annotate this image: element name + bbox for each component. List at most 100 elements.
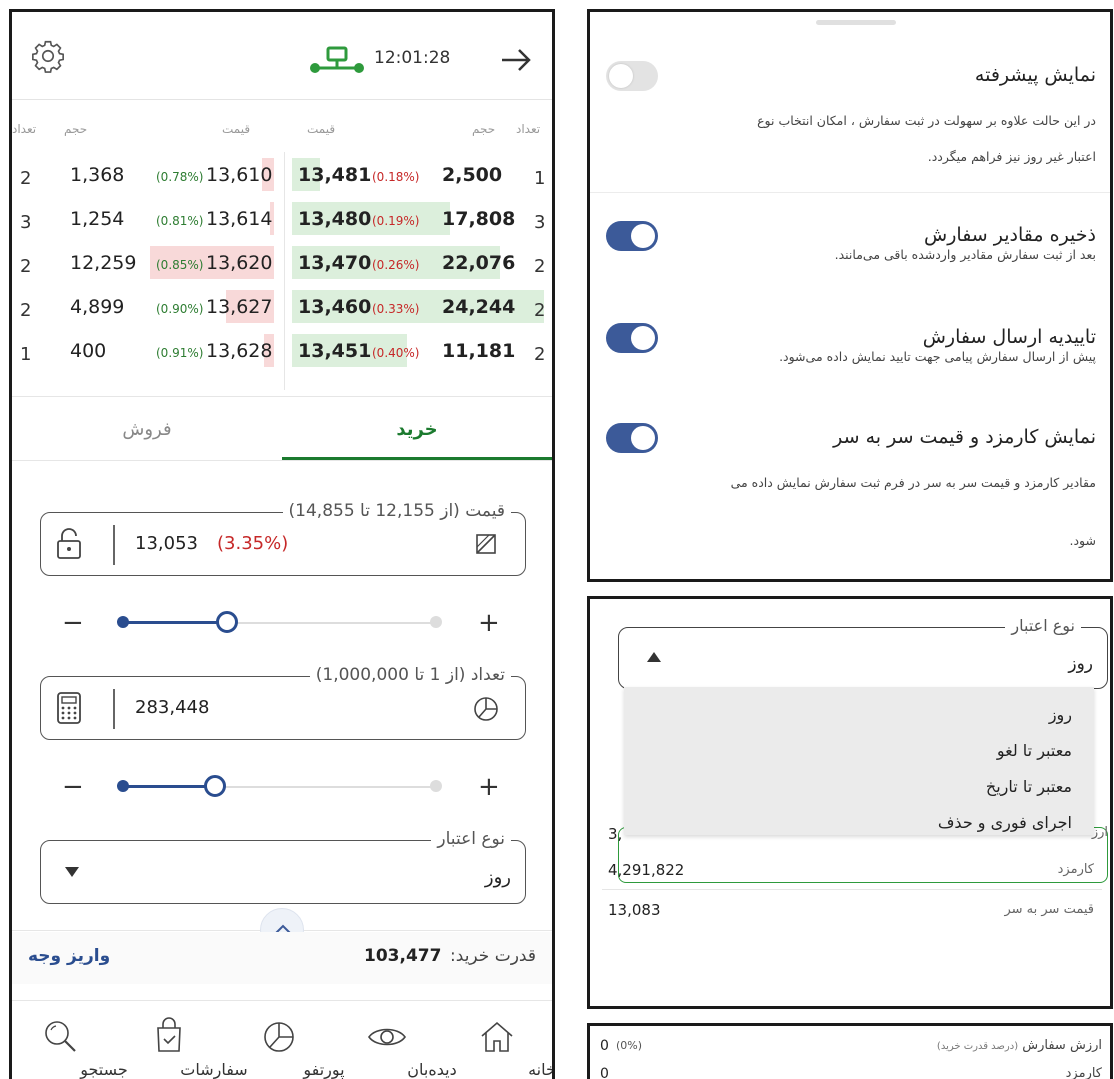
- sell-volume: 1,368: [70, 164, 125, 186]
- tab-sell[interactable]: فروش: [12, 400, 282, 460]
- orderbook-row[interactable]: 3 1,254 (0.81%) 13,614 13,480 (0.19%) 17,808 3: [12, 198, 552, 242]
- slider-dot: [117, 616, 129, 628]
- option-day[interactable]: روز: [1049, 705, 1072, 724]
- unlock-icon[interactable]: [55, 527, 83, 561]
- caret-up-icon[interactable]: [647, 652, 661, 662]
- advanced-view-desc: در این حالت علاوه بر سهولت در ثبت سفارش …: [757, 113, 1096, 128]
- field-separator: [113, 689, 115, 729]
- caret-down-icon[interactable]: [65, 867, 79, 877]
- quantity-slider-thumb[interactable]: [204, 775, 226, 797]
- order-value-label-text: ارزش سفارش: [1022, 1038, 1102, 1053]
- validity-options-menu: روز معتبر تا لغو معتبر تا تاریخ اجرای فو…: [624, 687, 1094, 835]
- buy-price: 13,460: [298, 296, 372, 318]
- sell-price: 13,628: [206, 340, 273, 362]
- drag-handle[interactable]: [816, 20, 896, 25]
- orderbook-row[interactable]: 1 400 (0.91%) 13,628 13,451 (0.40%) 11,181 2: [12, 330, 552, 374]
- price-slider-thumb[interactable]: [216, 611, 238, 633]
- quantity-slider-fill: [122, 785, 214, 788]
- gear-icon[interactable]: [30, 38, 66, 74]
- orderbook-row[interactable]: 2 1,368 (0.78%) 13,610 13,481 (0.18%) 2,500 1: [12, 154, 552, 198]
- order-entry-screen: 12:01:28 تعداد حجم قیمت قیمت حجم تعداد 2…: [9, 9, 555, 1079]
- fee-display-title: نمایش کارمزد و قیمت سر به سر: [833, 426, 1096, 448]
- advanced-view-toggle[interactable]: [606, 61, 658, 91]
- option-gtc[interactable]: معتبر تا لغو: [997, 741, 1072, 760]
- buy-count: 2: [534, 344, 546, 365]
- buy-percent: (0.26%): [372, 258, 420, 272]
- quantity-decrease-button[interactable]: −: [62, 774, 84, 800]
- price-decrease-button[interactable]: −: [62, 610, 84, 636]
- order-value-percent: (0%): [616, 1039, 643, 1052]
- order-value: 0: [600, 1038, 609, 1054]
- divider: [12, 460, 552, 461]
- save-values-toggle[interactable]: [606, 221, 658, 251]
- field-separator: [113, 525, 115, 565]
- validity-legend: نوع اعتبار: [431, 829, 511, 849]
- buy-volume: 24,244: [442, 296, 516, 318]
- col-volume-left: حجم: [64, 122, 88, 136]
- validity-selected: روز: [1068, 654, 1093, 674]
- divider: [590, 192, 1110, 193]
- pie-chart-icon: [264, 1022, 294, 1052]
- resize-icon[interactable]: [473, 531, 499, 557]
- sell-count: 1: [20, 344, 32, 365]
- col-price-left: قیمت: [222, 122, 251, 136]
- home-icon: [481, 1021, 513, 1052]
- col-count-right: تعداد: [516, 122, 541, 136]
- buy-count: 2: [534, 300, 546, 321]
- sell-price: 13,627: [206, 296, 273, 318]
- order-summary-panel: 0 (0%) ارزش سفارش (درصد قدرت خرید) 0 کار…: [587, 1023, 1113, 1079]
- fee-display-desc: مقادیر کارمزد و قیمت سر به سر در فرم ثبت…: [730, 475, 1096, 490]
- settings-sheet: نمایش پیشرفته در این حالت علاوه بر سهولت…: [587, 9, 1113, 582]
- price-slider-fill: [122, 621, 226, 624]
- eye-icon: [368, 1028, 406, 1046]
- sell-percent: (0.78%): [156, 170, 204, 184]
- slider-dot: [117, 780, 129, 792]
- trade-tabs: فروش خرید: [12, 400, 552, 460]
- buy-volume: 11,181: [442, 340, 516, 362]
- slider-dot: [430, 616, 442, 628]
- order-confirm-toggle[interactable]: [606, 323, 658, 353]
- quantity-field[interactable]: تعداد (از 1 تا 1,000,000) 283,448: [40, 665, 526, 740]
- orderbook-row[interactable]: 2 12,259 (0.85%) 13,620 13,470 (0.26%) 22,076 2: [12, 242, 552, 286]
- sell-count: 2: [20, 256, 32, 277]
- calculator-icon[interactable]: [55, 691, 83, 725]
- option-fill-or-kill[interactable]: اجرای فوری و حذف: [938, 813, 1072, 832]
- col-count-left: تعداد: [12, 122, 37, 136]
- buy-volume: 17,808: [442, 208, 516, 230]
- sell-count: 2: [20, 300, 32, 321]
- nav-orders-label: سفارشات: [180, 1060, 248, 1079]
- buy-volume: 2,500: [442, 164, 503, 186]
- validity-select-open[interactable]: نوع اعتبار روز: [618, 616, 1108, 689]
- divider: [602, 889, 1102, 890]
- save-values-desc: بعد از ثبت سفارش مقادیر واردشده باقی می‌…: [834, 247, 1096, 262]
- pie-chart-icon[interactable]: [471, 693, 501, 723]
- order-confirm-desc: پیش از ارسال سفارش پیامی جهت تایید نمایش…: [779, 349, 1096, 364]
- nav-portfolio-label: پورتفو: [303, 1060, 345, 1079]
- buy-percent: (0.40%): [372, 346, 420, 360]
- sell-volume: 400: [70, 340, 107, 362]
- validity-dropdown-panel: 3, ارز نوع اعتبار روز روز معتبر تا لغو م…: [587, 596, 1113, 1009]
- fee-value: 4,291,822: [608, 861, 685, 879]
- fee-display-toggle[interactable]: [606, 423, 658, 453]
- buy-count: 3: [534, 212, 546, 233]
- quantity-increase-button[interactable]: +: [478, 774, 500, 800]
- validity-legend: نوع اعتبار: [1005, 616, 1081, 635]
- arrow-right-icon[interactable]: [500, 48, 532, 72]
- quantity-value[interactable]: 283,448: [135, 697, 209, 718]
- tab-buy[interactable]: خرید: [282, 400, 552, 460]
- col-volume-right: حجم: [472, 122, 496, 136]
- option-good-till-date[interactable]: معتبر تا تاریخ: [986, 777, 1072, 796]
- buy-price: 13,451: [298, 340, 372, 362]
- deposit-link[interactable]: واریز وجه: [28, 946, 110, 966]
- price-field[interactable]: قیمت (از 12,155 تا 14,855) 13,053 (3.35%…: [40, 501, 526, 576]
- buy-count: 1: [534, 168, 546, 189]
- price-increase-button[interactable]: +: [478, 610, 500, 636]
- buy-price: 13,481: [298, 164, 372, 186]
- sell-price: 13,614: [206, 208, 273, 230]
- sell-percent: (0.90%): [156, 302, 204, 316]
- sell-percent: (0.81%): [156, 214, 204, 228]
- price-value[interactable]: 13,053: [135, 533, 198, 554]
- buy-volume: 22,076: [442, 252, 516, 274]
- orderbook-row[interactable]: 2 4,899 (0.90%) 13,627 13,460 (0.33%) 24,244 2: [12, 286, 552, 330]
- validity-select[interactable]: نوع اعتبار روز: [40, 829, 526, 904]
